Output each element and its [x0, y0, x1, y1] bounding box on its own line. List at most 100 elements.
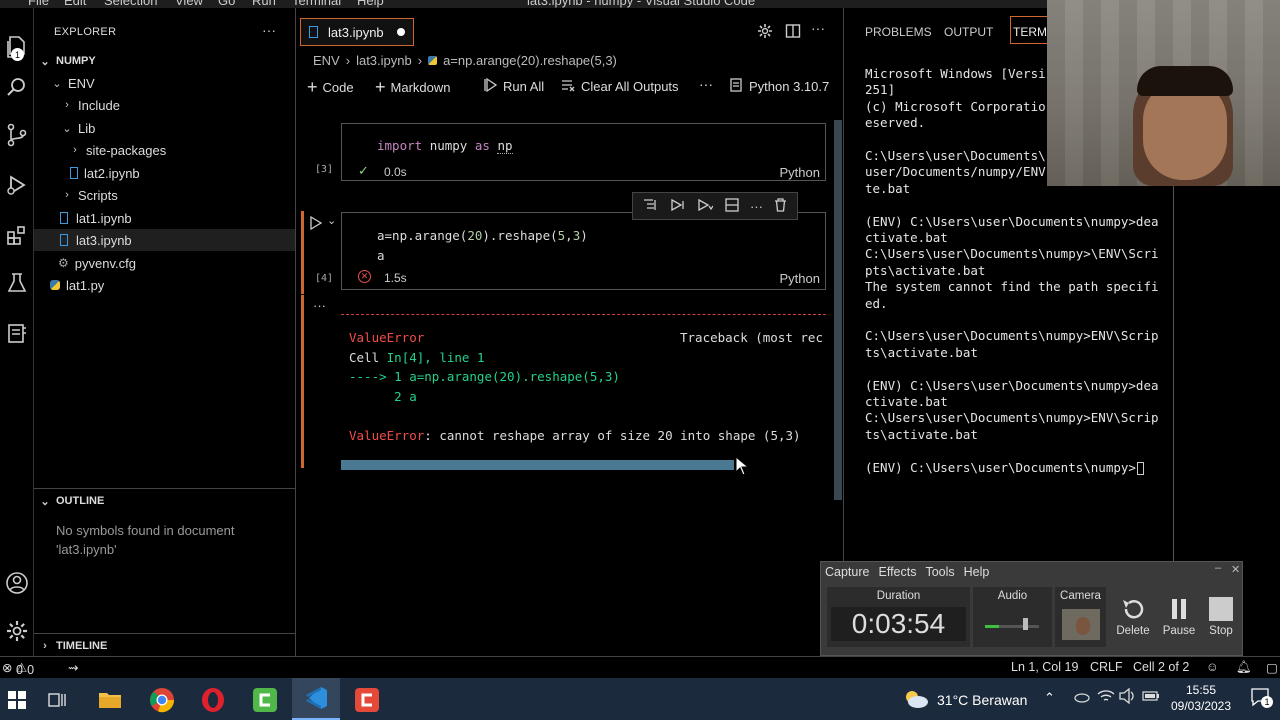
- folder-env[interactable]: ⌄ ENV: [34, 72, 295, 94]
- cell-more-icon[interactable]: ···: [750, 199, 763, 214]
- tray-overflow-icon[interactable]: ⌃: [1044, 690, 1055, 706]
- notifications-bell-icon[interactable]: 🔔︎: [1236, 660, 1252, 675]
- clock[interactable]: 15:55 09/03/2023: [1166, 682, 1236, 714]
- opera-icon[interactable]: [196, 683, 230, 717]
- code-cell-1[interactable]: import numpy as np ✓ 0.0s Python: [341, 123, 826, 181]
- execute-above-icon[interactable]: [670, 198, 686, 215]
- tab-lat3-ipynb[interactable]: lat3.ipynb: [300, 18, 414, 46]
- run-cell-icon[interactable]: [309, 215, 323, 233]
- recorder-menu-help[interactable]: Help: [964, 565, 990, 579]
- explorer-more-button[interactable]: ···: [262, 22, 276, 38]
- pause-recording-button[interactable]: Pause: [1159, 596, 1199, 637]
- file-lat3-ipynb[interactable]: lat3.ipynb: [34, 229, 295, 251]
- feedback-icon[interactable]: ☺: [1206, 660, 1219, 674]
- file-lat1-ipynb[interactable]: lat1.ipynb: [34, 207, 295, 229]
- menu-run[interactable]: Run: [252, 0, 276, 8]
- cell-1-language[interactable]: Python: [780, 165, 820, 180]
- cell-2-code-line-2[interactable]: a: [377, 248, 385, 263]
- execute-below-icon[interactable]: [697, 198, 714, 215]
- menu-help[interactable]: Help: [357, 0, 384, 8]
- cell-2-language[interactable]: Python: [780, 271, 820, 286]
- gear-icon[interactable]: [757, 23, 773, 42]
- layout-icon[interactable]: ▢: [1266, 660, 1278, 675]
- source-control-icon[interactable]: [0, 118, 34, 152]
- tab-output[interactable]: OUTPUT: [944, 25, 993, 39]
- file-lat1-py[interactable]: lat1.py: [34, 274, 295, 296]
- menu-terminal[interactable]: Terminal: [292, 0, 341, 8]
- clear-all-outputs-button[interactable]: Clear All Outputs: [561, 78, 679, 95]
- line-ending[interactable]: CRLF: [1090, 660, 1123, 674]
- tab-problems[interactable]: PROBLEMS: [865, 25, 932, 39]
- cell-1-code[interactable]: import numpy as np: [377, 138, 513, 154]
- folder-lib[interactable]: ⌄ Lib: [34, 117, 295, 139]
- cursor-position[interactable]: Ln 1, Col 19: [1011, 660, 1078, 674]
- kernel-picker-button[interactable]: Python 3.10.7: [729, 78, 829, 95]
- battery-icon[interactable]: [1142, 690, 1160, 705]
- explorer-icon[interactable]: 1: [0, 30, 34, 64]
- run-by-line-icon[interactable]: [643, 198, 659, 215]
- breadcrumb-cell[interactable]: a=np.arange(20).reshape(5,3): [443, 53, 617, 68]
- outline-section-header[interactable]: ⌄ OUTLINE: [34, 490, 295, 512]
- menu-file[interactable]: File: [28, 0, 49, 8]
- recorder-menu-effects[interactable]: Effects: [878, 565, 916, 579]
- account-icon[interactable]: [0, 566, 34, 600]
- menu-view[interactable]: View: [175, 0, 203, 8]
- stop-recording-button[interactable]: Stop: [1201, 596, 1241, 637]
- testing-flask-icon[interactable]: [0, 266, 34, 300]
- delete-cell-icon[interactable]: [774, 197, 787, 215]
- menu-go[interactable]: Go: [218, 0, 235, 8]
- recorder-menu-tools[interactable]: Tools: [925, 565, 954, 579]
- file-lat2-ipynb[interactable]: lat2.ipynb: [34, 162, 295, 184]
- toolbar-more-button[interactable]: ···: [699, 76, 713, 92]
- output-more-icon[interactable]: ···: [313, 298, 326, 313]
- weather-cloud-icon[interactable]: [902, 689, 930, 712]
- notification-center-icon[interactable]: 1: [1250, 687, 1273, 710]
- problems-status[interactable]: ⊗ 0 ⚠ 0: [2, 660, 34, 677]
- jupyter-icon[interactable]: [0, 316, 34, 350]
- weather-text[interactable]: 31°C Berawan: [937, 692, 1027, 708]
- windows-start-icon[interactable]: [0, 683, 34, 717]
- search-icon[interactable]: [0, 70, 34, 104]
- close-icon[interactable]: ✕: [1231, 563, 1240, 576]
- menu-edit[interactable]: Edit: [64, 0, 86, 8]
- run-debug-icon[interactable]: [0, 168, 34, 202]
- add-markdown-cell-button[interactable]: + Markdown: [375, 77, 450, 98]
- add-code-cell-button[interactable]: + Code: [307, 77, 354, 98]
- audio-slider-handle[interactable]: [1023, 618, 1028, 630]
- split-cell-icon[interactable]: [724, 197, 739, 215]
- recorder-menu-capture[interactable]: Capture: [825, 565, 869, 579]
- chrome-icon[interactable]: [145, 683, 179, 717]
- folder-site-packages[interactable]: › site-packages: [34, 139, 295, 161]
- split-editor-icon[interactable]: [785, 23, 801, 42]
- chevron-down-icon[interactable]: ⌄: [327, 214, 336, 227]
- output-horizontal-scrollbar[interactable]: [341, 460, 826, 470]
- scrollbar-thumb[interactable]: [341, 460, 734, 470]
- camtasia-recorder-icon[interactable]: [248, 683, 282, 717]
- breadcrumb-file[interactable]: lat3.ipynb: [356, 53, 412, 68]
- menu-selection[interactable]: Selection: [104, 0, 157, 8]
- cell-indicator[interactable]: Cell 2 of 2: [1133, 660, 1189, 674]
- folder-scripts[interactable]: › Scripts: [34, 184, 295, 206]
- task-view-icon[interactable]: [40, 683, 74, 717]
- vscode-taskbar-icon[interactable]: [292, 678, 340, 720]
- audio-level-track[interactable]: [985, 625, 1039, 628]
- camtasia-editor-icon[interactable]: [350, 683, 384, 717]
- file-pyvenv-cfg[interactable]: ⚙ pyvenv.cfg: [34, 252, 295, 274]
- settings-gear-icon[interactable]: [0, 614, 34, 648]
- editor-more-button[interactable]: ···: [811, 20, 825, 36]
- code-cell-2[interactable]: a=np.arange(20).reshape(5,3) a ✕ 1.5s Py…: [341, 212, 826, 290]
- run-all-button[interactable]: Run All: [483, 77, 544, 95]
- folder-include[interactable]: › Include: [34, 94, 295, 116]
- file-explorer-icon[interactable]: [93, 683, 127, 717]
- volume-icon[interactable]: [1118, 687, 1136, 707]
- extensions-icon[interactable]: [0, 218, 34, 252]
- breadcrumb-env[interactable]: ENV: [313, 53, 340, 68]
- folder-numpy[interactable]: ⌄ NUMPY: [34, 50, 295, 72]
- minimize-icon[interactable]: –: [1215, 562, 1221, 574]
- vertical-scrollbar[interactable]: [834, 120, 842, 500]
- delete-recording-button[interactable]: Delete: [1113, 596, 1153, 637]
- camera-preview[interactable]: [1062, 609, 1100, 640]
- live-share-icon[interactable]: ⇝: [68, 660, 78, 675]
- wifi-icon[interactable]: [1097, 688, 1115, 707]
- onedrive-icon[interactable]: [1072, 689, 1090, 706]
